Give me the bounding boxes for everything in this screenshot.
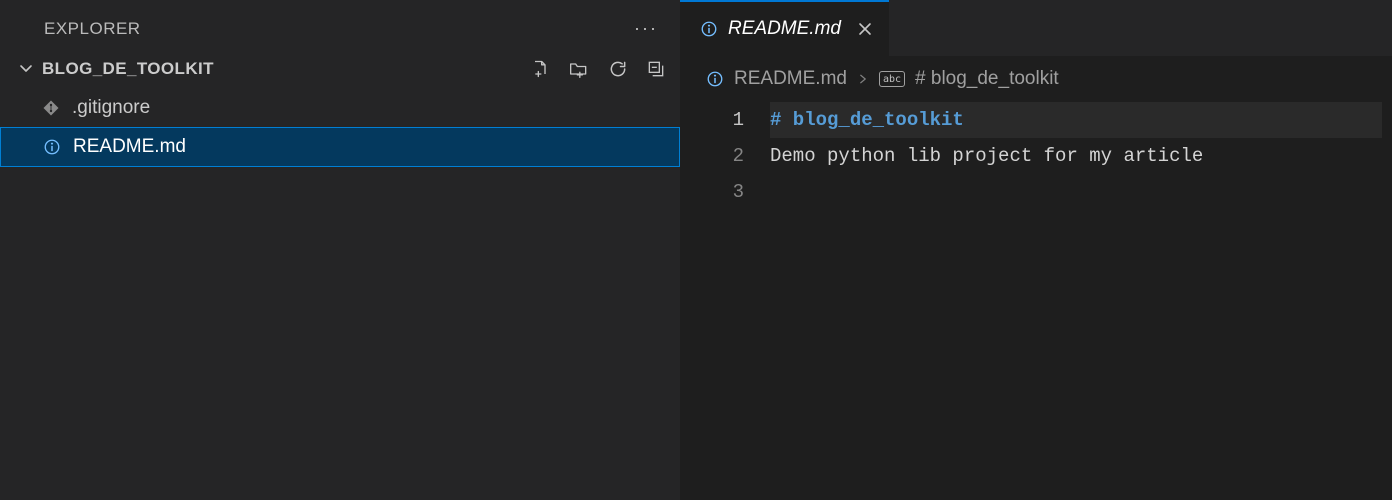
- tab-readme[interactable]: README.md: [680, 0, 889, 56]
- code-lines[interactable]: # blog_de_toolkit Demo python lib projec…: [770, 102, 1392, 210]
- breadcrumb-symbol[interactable]: # blog_de_toolkit: [915, 68, 1059, 90]
- info-file-icon: [41, 138, 63, 156]
- string-symbol-icon: abc: [879, 71, 905, 87]
- folder-actions: [530, 59, 666, 79]
- line-gutter: 1 2 3: [680, 102, 770, 210]
- collapse-all-icon[interactable]: [646, 59, 666, 79]
- line-number: 3: [680, 174, 744, 210]
- file-item-label: README.md: [73, 136, 186, 158]
- line-number: 2: [680, 138, 744, 174]
- tab-bar: README.md: [680, 0, 1392, 56]
- tab-title: README.md: [728, 18, 841, 40]
- code-line[interactable]: Demo python lib project for my article: [770, 138, 1392, 174]
- new-folder-icon[interactable]: [568, 59, 590, 79]
- close-icon[interactable]: [857, 21, 873, 37]
- file-item-gitignore[interactable]: .gitignore: [0, 89, 680, 127]
- file-item-label: .gitignore: [72, 97, 150, 119]
- file-item-readme[interactable]: README.md: [0, 127, 680, 167]
- explorer-header: EXPLORER ···: [0, 4, 680, 53]
- editor-area: README.md README.md abc # blog_de_toolki…: [680, 0, 1392, 500]
- git-file-icon: [40, 99, 62, 117]
- more-actions-icon[interactable]: ···: [634, 18, 658, 39]
- new-file-icon[interactable]: [530, 59, 550, 79]
- chevron-right-icon: [857, 73, 869, 85]
- breadcrumbs[interactable]: README.md abc # blog_de_toolkit: [680, 56, 1392, 100]
- info-file-icon: [700, 20, 718, 38]
- explorer-title: EXPLORER: [44, 19, 141, 39]
- code-editor[interactable]: 1 2 3 # blog_de_toolkit Demo python lib …: [680, 100, 1392, 210]
- refresh-icon[interactable]: [608, 59, 628, 79]
- info-file-icon: [706, 70, 724, 88]
- workbench: EXPLORER ··· BLOG_DE_TOOLKIT: [0, 0, 1392, 500]
- root-folder-header[interactable]: BLOG_DE_TOOLKIT: [0, 53, 680, 85]
- breadcrumb-file[interactable]: README.md: [734, 68, 847, 90]
- explorer-panel: EXPLORER ··· BLOG_DE_TOOLKIT: [0, 0, 680, 500]
- chevron-down-icon: [18, 61, 34, 77]
- root-folder-name: BLOG_DE_TOOLKIT: [42, 59, 530, 79]
- code-line[interactable]: # blog_de_toolkit: [770, 109, 964, 131]
- line-number: 1: [680, 102, 744, 138]
- file-tree: .gitignore README.md: [0, 89, 680, 167]
